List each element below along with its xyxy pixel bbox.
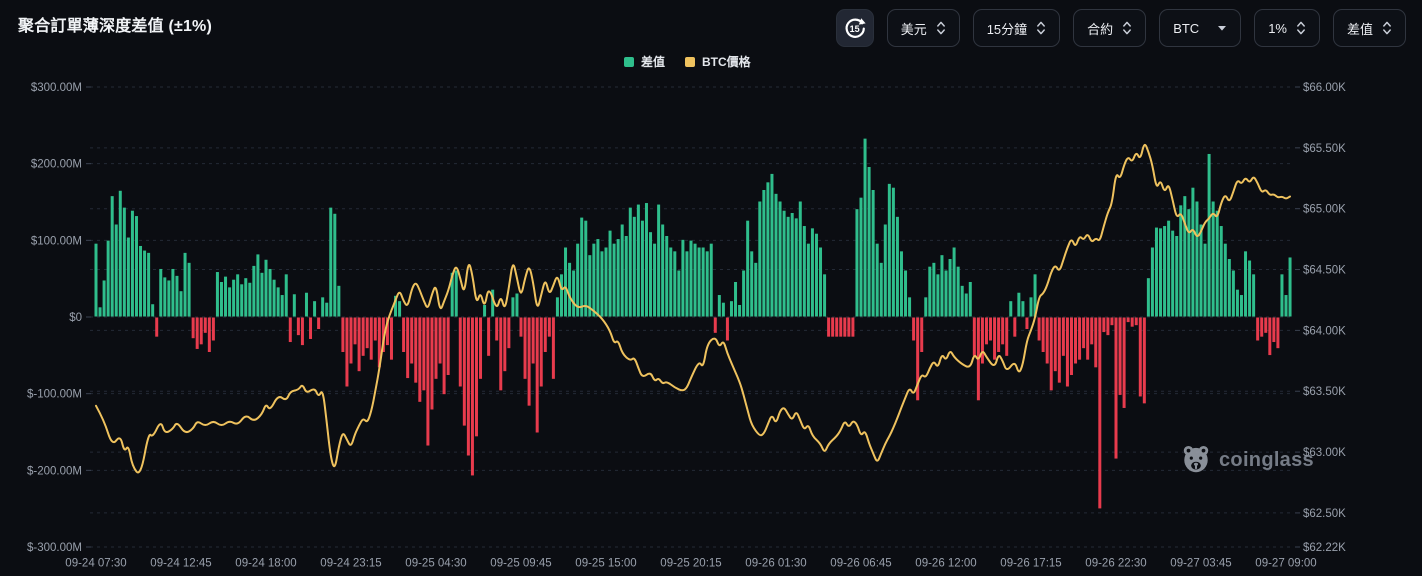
axis-labels: $300.00M $200.00M $100.00M $0 $-100.00M $-200…: [27, 82, 1346, 570]
svg-text:09-26 22:30: 09-26 22:30: [1085, 558, 1146, 570]
svg-text:$62.50K: $62.50K: [1303, 508, 1346, 520]
svg-text:09-26 12:00: 09-26 12:00: [915, 558, 976, 570]
svg-text:$100.00M: $100.00M: [31, 235, 82, 247]
depth-diff-chart[interactable]: $300.00M $200.00M $100.00M $0 $-100.00M $-200…: [0, 0, 1422, 576]
svg-text:$-100.00M: $-100.00M: [27, 389, 82, 401]
svg-text:09-26 06:45: 09-26 06:45: [830, 558, 891, 570]
svg-text:$200.00M: $200.00M: [31, 159, 82, 171]
svg-text:$66.00K: $66.00K: [1303, 82, 1346, 94]
coinglass-bear-icon: [1181, 444, 1211, 476]
svg-text:09-25 04:30: 09-25 04:30: [405, 558, 466, 570]
coinglass-watermark: coinglass: [1181, 444, 1314, 476]
svg-text:$65.00K: $65.00K: [1303, 204, 1346, 216]
svg-text:$64.50K: $64.50K: [1303, 265, 1346, 277]
svg-text:$-200.00M: $-200.00M: [27, 465, 82, 477]
svg-text:$0: $0: [69, 312, 82, 324]
svg-text:$65.50K: $65.50K: [1303, 143, 1346, 155]
svg-text:09-24 23:15: 09-24 23:15: [320, 558, 381, 570]
svg-text:09-24 07:30: 09-24 07:30: [65, 558, 126, 570]
svg-text:$300.00M: $300.00M: [31, 82, 82, 94]
svg-text:09-24 12:45: 09-24 12:45: [150, 558, 211, 570]
svg-text:09-25 15:00: 09-25 15:00: [575, 558, 636, 570]
svg-text:09-27 09:00: 09-27 09:00: [1255, 558, 1316, 570]
svg-text:$63.50K: $63.50K: [1303, 386, 1346, 398]
diff-bar-series[interactable]: [95, 139, 1292, 509]
gridlines: [90, 87, 1294, 547]
svg-text:09-27 03:45: 09-27 03:45: [1170, 558, 1231, 570]
svg-text:09-24 18:00: 09-24 18:00: [235, 558, 296, 570]
svg-text:$62.22K: $62.22K: [1303, 542, 1346, 554]
svg-text:$-300.00M: $-300.00M: [27, 542, 82, 554]
svg-text:09-25 09:45: 09-25 09:45: [490, 558, 551, 570]
coinglass-wordmark: coinglass: [1219, 449, 1314, 472]
svg-text:09-25 20:15: 09-25 20:15: [660, 558, 721, 570]
svg-text:09-26 01:30: 09-26 01:30: [745, 558, 806, 570]
svg-text:09-26 17:15: 09-26 17:15: [1000, 558, 1061, 570]
depth-delta-page: 聚合訂單薄深度差值 (±1%) 15 美元 15分鐘 合約: [0, 0, 1422, 576]
svg-text:$64.00K: $64.00K: [1303, 325, 1346, 337]
